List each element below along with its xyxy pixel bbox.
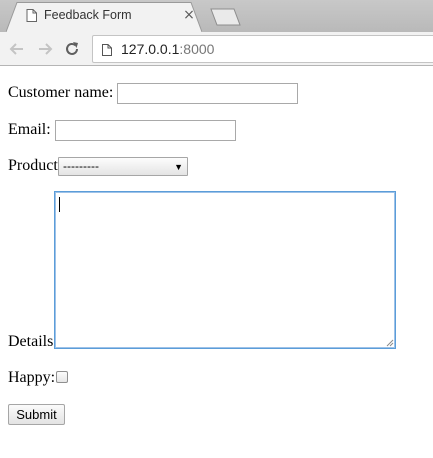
new-tab-icon[interactable] — [206, 8, 244, 26]
url-text: 127.0.0.1:8000 — [121, 41, 214, 57]
details-textarea[interactable] — [54, 191, 396, 349]
address-bar[interactable]: 127.0.0.1:8000 — [92, 35, 433, 63]
tab-title: Feedback Form — [44, 8, 132, 22]
resize-grip-icon[interactable] — [386, 339, 394, 347]
submit-button[interactable]: Submit — [8, 404, 65, 425]
back-arrow-icon[interactable] — [8, 40, 26, 58]
page-icon — [26, 9, 37, 22]
tab-strip: Feedback Form × — [0, 0, 433, 32]
close-icon[interactable]: × — [182, 7, 196, 23]
url-port: :8000 — [179, 41, 215, 57]
chevron-down-icon: ▼ — [174, 162, 183, 172]
product-select[interactable]: --------- ▼ — [58, 157, 188, 176]
url-host: 127.0.0.1 — [121, 41, 180, 57]
customer-name-input[interactable] — [117, 83, 298, 104]
submit-row: Submit — [8, 67, 68, 427]
reload-icon[interactable] — [63, 40, 81, 58]
browser-toolbar: 127.0.0.1:8000 — [0, 32, 433, 66]
page-info-icon[interactable] — [102, 43, 112, 56]
email-input[interactable] — [55, 120, 236, 141]
browser-chrome: Feedback Form × 127.0.0.1:8000 — [0, 0, 433, 66]
forward-arrow-icon[interactable] — [36, 40, 54, 58]
feedback-form: Customer name: Email: Product: ---------… — [0, 67, 433, 458]
product-selected-value: --------- — [63, 159, 99, 173]
